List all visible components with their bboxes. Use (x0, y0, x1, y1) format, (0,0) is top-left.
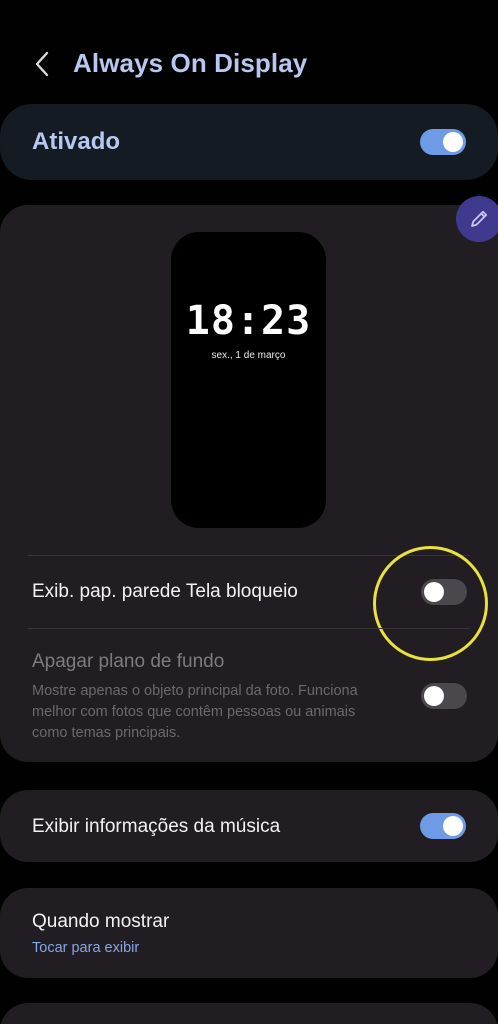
erase-background-label: Apagar plano de fundo (32, 651, 225, 672)
switch-knob (424, 582, 444, 602)
aod-preview[interactable]: 18:23 sex., 1 de março (171, 232, 326, 528)
switch-knob (424, 686, 444, 706)
edit-button[interactable] (456, 196, 498, 242)
lock-wallpaper-switch[interactable] (421, 579, 467, 605)
screen: Always On Display Ativado 18:23 sex., 1 … (0, 0, 498, 1024)
back-button[interactable] (24, 44, 60, 84)
preview-date: sex., 1 de março (211, 350, 286, 361)
chevron-left-icon (35, 51, 49, 77)
music-info-switch[interactable] (420, 813, 466, 839)
master-toggle-switch[interactable] (420, 129, 466, 155)
when-to-show-card[interactable] (0, 888, 498, 978)
divider (28, 555, 470, 556)
page-title: Always On Display (73, 48, 308, 78)
switch-knob (443, 816, 463, 836)
master-toggle-label: Ativado (32, 128, 121, 155)
pencil-icon (471, 210, 488, 227)
lock-wallpaper-label: Exib. pap. parede Tela bloqueio (32, 581, 298, 602)
preview-clock: 18:23 (185, 298, 312, 344)
erase-background-description: Mostre apenas o objeto principal da foto… (32, 683, 358, 741)
erase-background-switch[interactable] (421, 683, 467, 709)
next-card[interactable] (0, 1003, 498, 1024)
divider (28, 628, 470, 629)
header: Always On Display (0, 0, 498, 100)
switch-knob (443, 132, 463, 152)
music-info-label: Exibir informações da música (32, 816, 281, 837)
when-to-show-value: Tocar para exibir (32, 940, 140, 956)
when-to-show-label: Quando mostrar (32, 911, 170, 932)
